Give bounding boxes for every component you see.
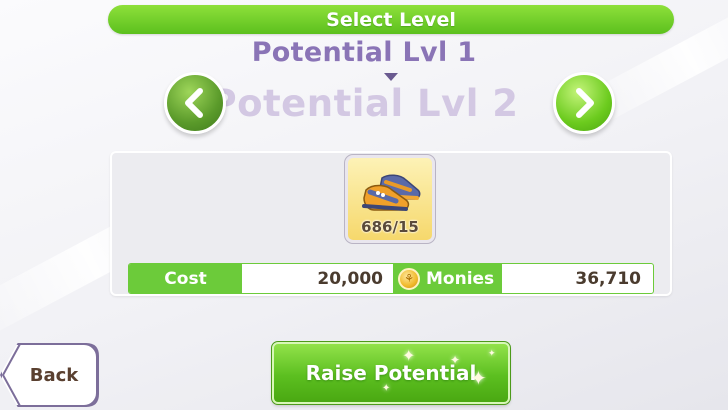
- item-count: 686/15: [361, 218, 419, 236]
- sparkle-icon: ✦: [470, 366, 487, 390]
- monies-label-cell: ⚘ Monies: [394, 264, 502, 293]
- sparkle-icon: ✦: [382, 383, 391, 394]
- next-level-button[interactable]: [553, 72, 615, 134]
- monies-value: 36,710: [575, 268, 641, 289]
- page-title: Select Level: [326, 8, 456, 31]
- level-current-label: Potential Lvl 2: [209, 82, 519, 125]
- level-pointer-icon: [384, 73, 398, 81]
- cost-row: Cost 20,000 ⚘ Monies 36,710: [128, 263, 654, 294]
- chevron-right-icon: [576, 88, 594, 118]
- level-previous-label: Potential Lvl 1: [251, 37, 477, 68]
- sparkle-icon: ✦: [450, 353, 461, 367]
- header-bar: Select Level: [108, 5, 674, 34]
- raise-potential-button[interactable]: Raise Potential ✦ ✦ ✦ ✦ ✦: [271, 341, 511, 405]
- cost-label: Cost: [129, 264, 242, 293]
- back-button-label: Back: [29, 364, 79, 386]
- sparkle-icon: ✦: [402, 346, 416, 365]
- item-card[interactable]: 686/15: [344, 154, 436, 244]
- chevron-left-icon: [185, 88, 203, 118]
- previous-level-button[interactable]: [164, 72, 226, 134]
- cost-value: 20,000: [242, 264, 394, 293]
- sparkle-icon: ✦: [488, 349, 496, 359]
- back-button[interactable]: Back: [0, 343, 98, 407]
- shoes-icon: [362, 174, 421, 211]
- coin-icon: ⚘: [398, 267, 420, 290]
- monies-label: Monies: [426, 268, 495, 289]
